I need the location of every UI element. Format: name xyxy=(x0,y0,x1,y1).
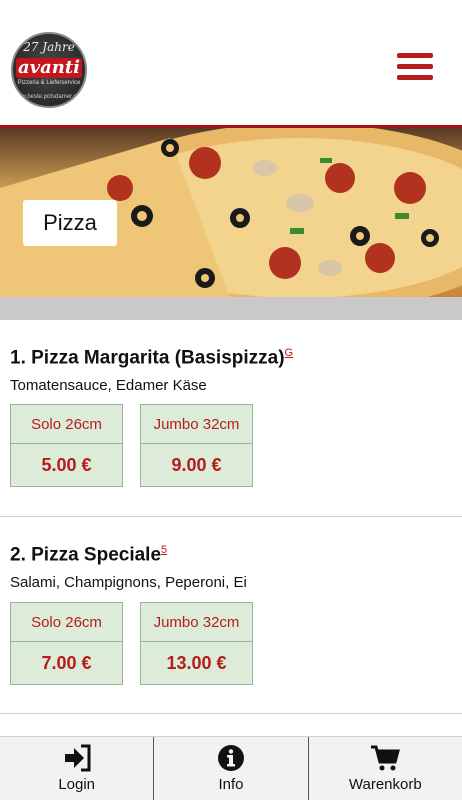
price-value: 9.00 € xyxy=(171,455,222,475)
category-title: Pizza xyxy=(23,200,117,246)
sign-in-icon xyxy=(64,744,91,772)
nav-cart-label: Warenkorb xyxy=(348,776,422,793)
menu-item-title: 1. Pizza Margarita (Basispizza)G xyxy=(10,347,293,369)
logo-url: www.beste.potsdamer.pizza xyxy=(13,94,87,100)
nav-login-label: Login xyxy=(58,776,96,793)
nav-login[interactable]: Login xyxy=(0,737,155,800)
nav-info[interactable]: Info xyxy=(154,737,309,800)
item-divider xyxy=(0,713,462,714)
price-option-jumbo[interactable]: Jumbo 32cm 9.00 € xyxy=(140,404,253,487)
price-value: 5.00 € xyxy=(41,455,92,475)
price-value: 13.00 € xyxy=(166,653,227,673)
price-value: 7.00 € xyxy=(41,653,92,673)
header: 27 Jahre avanti Pizzeria & Lieferservice… xyxy=(0,0,462,125)
price-option-solo[interactable]: Solo 26cm 5.00 € xyxy=(10,404,123,487)
hamburger-menu-icon[interactable] xyxy=(397,53,433,83)
menu-item: 1. Pizza Margarita (Basispizza)G Tomaten… xyxy=(0,320,462,517)
info-icon xyxy=(217,745,244,771)
menu-item-description: Salami, Champignons, Peperoni, Ei xyxy=(10,574,247,591)
logo-brand: avanti xyxy=(16,57,82,78)
price-size-label: Solo 26cm xyxy=(11,603,122,642)
avanti-logo[interactable]: 27 Jahre avanti Pizzeria & Lieferservice… xyxy=(11,32,87,108)
price-size-label: Jumbo 32cm xyxy=(141,603,252,642)
menu-item-name: 1. Pizza Margarita (Basispizza) xyxy=(10,347,285,369)
menu-item: 2. Pizza Speciale5 Salami, Champignons, … xyxy=(0,517,462,714)
additive-note-link[interactable]: G xyxy=(285,347,294,359)
logo-years: 27 Jahre xyxy=(23,40,75,54)
menu-item-description: Tomatensauce, Edamer Käse xyxy=(10,377,207,394)
price-option-jumbo[interactable]: Jumbo 32cm 13.00 € xyxy=(140,602,253,685)
cart-icon xyxy=(371,745,401,771)
menu-item-name: 2. Pizza Speciale xyxy=(10,544,162,566)
additive-note-link[interactable]: 5 xyxy=(161,544,167,556)
price-option-solo[interactable]: Solo 26cm 7.00 € xyxy=(10,602,123,685)
bottom-navigation: Login Info Warenkorb xyxy=(0,736,462,800)
price-size-label: Solo 26cm xyxy=(11,405,122,444)
logo-tagline: Pizzeria & Lieferservice xyxy=(17,80,81,86)
price-size-label: Jumbo 32cm xyxy=(141,405,252,444)
nav-info-label: Info xyxy=(218,776,244,793)
section-divider-bar xyxy=(0,297,462,320)
nav-cart[interactable]: Warenkorb xyxy=(309,737,462,800)
category-hero-image: Pizza xyxy=(0,125,462,297)
menu-item-title: 2. Pizza Speciale5 xyxy=(10,544,167,566)
